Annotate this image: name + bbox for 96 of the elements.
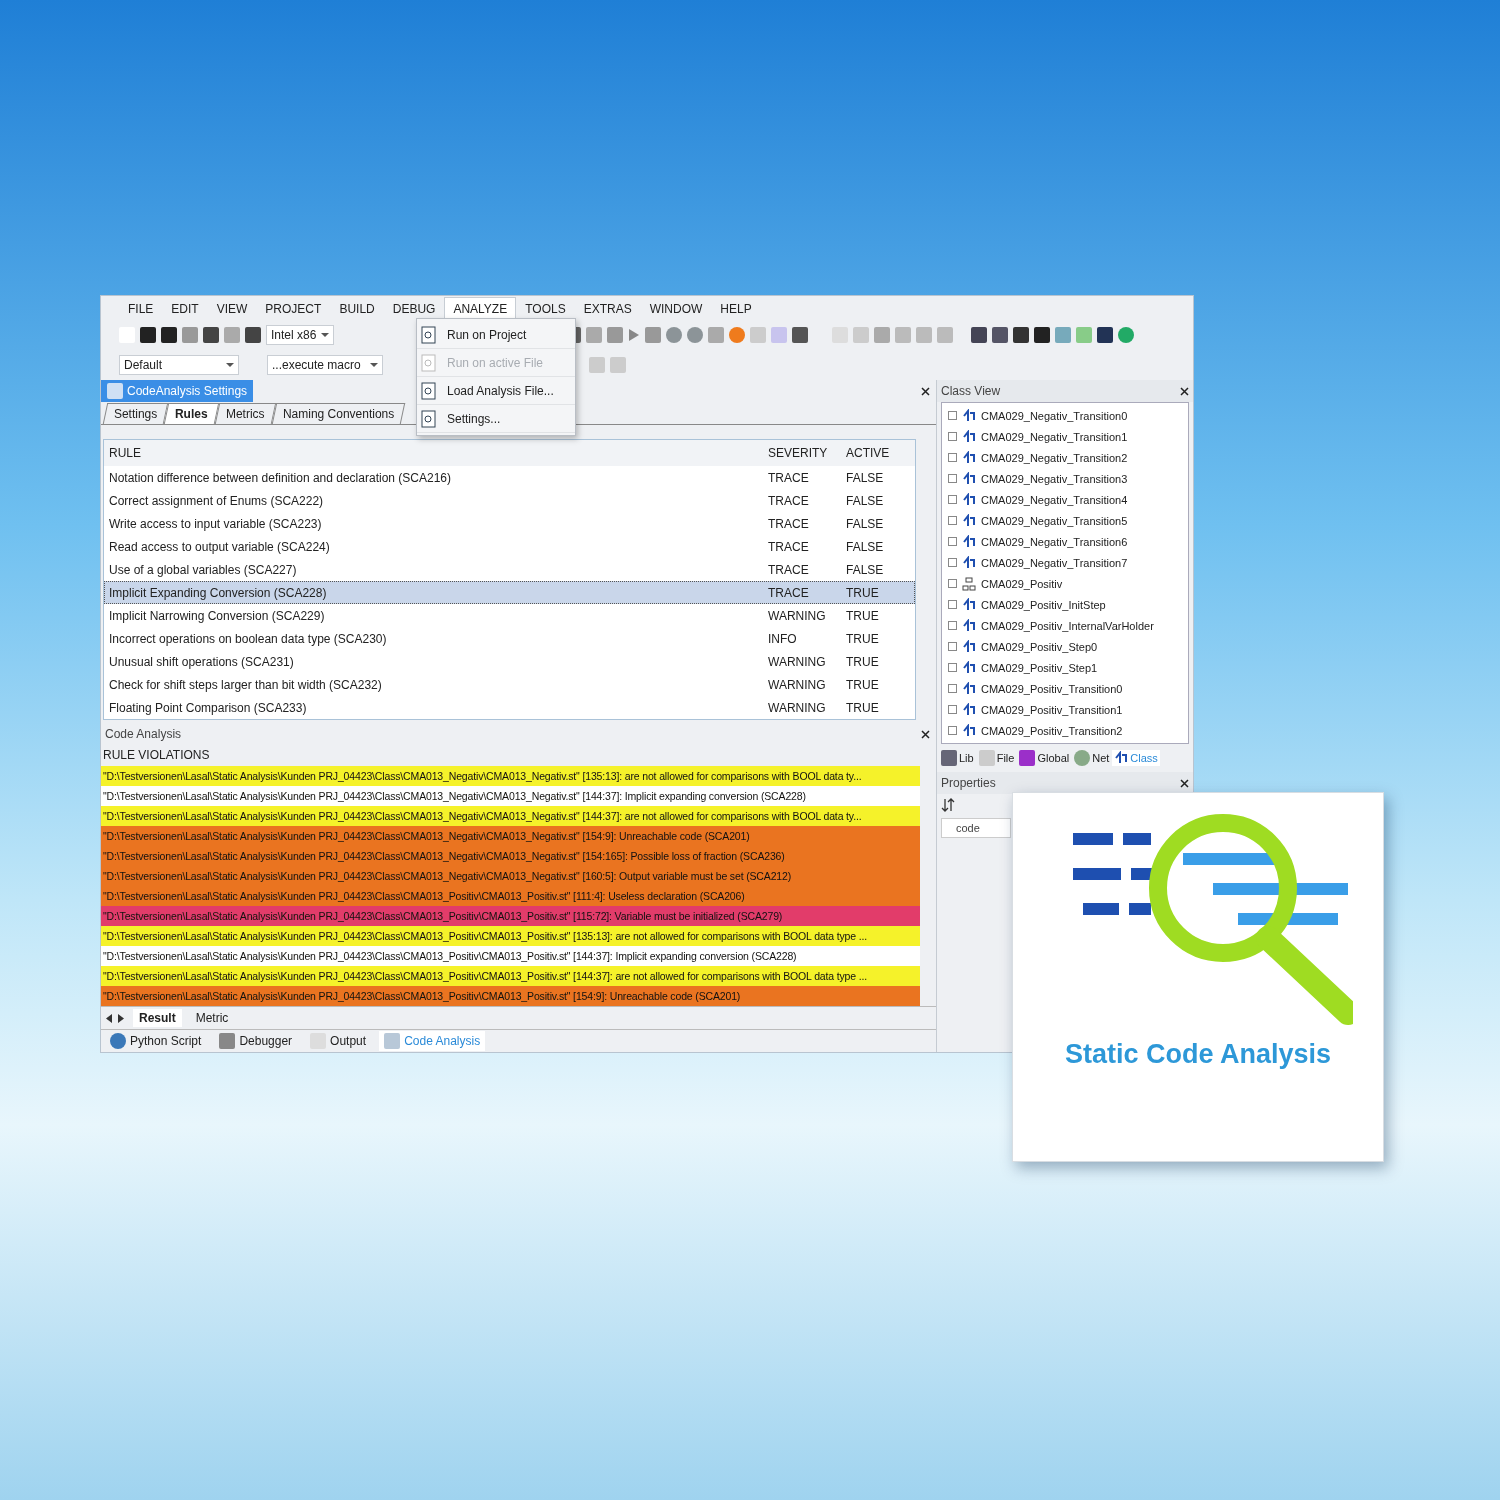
panel-title: Properties: [941, 776, 996, 790]
tree-label: CMA029_Negativ_Transition1: [981, 430, 1128, 443]
violation-row[interactable]: "D:\Testversionen\Lasal\Static Analysis\Kunden PRJ_04423\Class\CMA013_Negativ\CMA013_Negativ.st" [144:37]: are not allowed for comparisons with BOOL data ty...: [101, 806, 920, 826]
tree-item[interactable]: CMA029_Positiv: [942, 573, 1188, 594]
violation-row[interactable]: "D:\Testversionen\Lasal\Static Analysis\Kunden PRJ_04423\Class\CMA013_Positiv\CMA013_Positiv.st" [154:9]: Unreachable code (SCA201): [101, 986, 920, 1006]
tree-label: CMA029_Positiv_InternalVarHolder: [981, 619, 1154, 632]
rule-row[interactable]: Implicit Narrowing Conversion (SCA229) WARNING TRUE: [104, 604, 915, 627]
tree-item[interactable]: CMA029_Positiv_Step0: [942, 636, 1188, 657]
view-tab[interactable]: Net: [1072, 749, 1112, 767]
violations-heading: RULE VIOLATIONS: [102, 747, 211, 764]
violation-row[interactable]: "D:\Testversionen\Lasal\Static Analysis\Kunden PRJ_04423\Class\CMA013_Negativ\CMA013_Negativ.st" [135:13]: are not allowed for comparisons with BOOL data ty...: [101, 766, 920, 786]
badge-title: Static Code Analysis: [1064, 1039, 1332, 1070]
tree-item[interactable]: CMA029_Negativ_Transition3: [942, 468, 1188, 489]
violation-row[interactable]: "D:\Testversionen\Lasal\Static Analysis\Kunden PRJ_04423\Class\CMA013_Positiv\CMA013_Positiv.st" [111:4]: Useless declaration (SCA206): [101, 886, 920, 906]
tree-item[interactable]: CMA029_Negativ_Transition6: [942, 531, 1188, 552]
violation-row[interactable]: "D:\Testversionen\Lasal\Static Analysis\Kunden PRJ_04423\Class\CMA013_Positiv\CMA013_Positiv.st" [115:72]: Variable must be initialized (SCA279): [101, 906, 920, 926]
tree-item[interactable]: CMA029_Positiv_Transition1: [942, 699, 1188, 720]
column-header: SEVERITY: [767, 446, 829, 460]
tree-label: CMA029_Negativ_Transition0: [981, 409, 1128, 422]
tree-label: CMA029_Positiv_InitStep: [981, 598, 1106, 611]
violation-row[interactable]: "D:\Testversionen\Lasal\Static Analysis\Kunden PRJ_04423\Class\CMA013_Negativ\CMA013_Negativ.st" [154:165]: Possible loss of fraction (SCA236): [101, 846, 920, 866]
tree-item[interactable]: CMA029_Positiv_Transition2: [942, 720, 1188, 741]
result-tab[interactable]: Result: [133, 1009, 182, 1027]
violation-row[interactable]: "D:\Testversionen\Lasal\Static Analysis\Kunden PRJ_04423\Class\CMA013_Negativ\CMA013_Negativ.st" [144:37]: Implicit expanding conversion (SCA228): [101, 786, 920, 806]
menu-item[interactable]: VIEW: [207, 296, 257, 320]
tree-label: CMA029_Positiv_Transition2: [981, 724, 1123, 737]
settings-tab[interactable]: Metrics: [214, 403, 276, 424]
rule-row[interactable]: Notation difference between definition and declaration (SCA216) TRACE FALSE: [104, 466, 915, 489]
settings-tab[interactable]: Settings: [102, 403, 169, 424]
macro-dropdown[interactable]: ...execute macro: [267, 355, 383, 375]
menu-item[interactable]: PROJECT: [256, 296, 331, 320]
tree-label: CMA029_Negativ_Transition4: [981, 493, 1128, 506]
view-tab[interactable]: File: [976, 749, 1017, 767]
rule-row[interactable]: Implicit Expanding Conversion (SCA228) TRACE TRUE: [104, 581, 915, 604]
tree-item[interactable]: CMA029_Negativ_Transition1: [942, 426, 1188, 447]
tree-label: CMA029_Negativ_Transition3: [981, 472, 1128, 485]
tree-item[interactable]: CMA029_Negativ_Transition2: [942, 447, 1188, 468]
tree-label: CMA029_Negativ_Transition7: [981, 556, 1128, 569]
menu-item[interactable]: BUILD: [330, 296, 384, 320]
menu-item[interactable]: WINDOW: [640, 296, 712, 320]
rule-row[interactable]: Write access to input variable (SCA223) TRACE FALSE: [104, 512, 915, 535]
menu-entry[interactable]: Settings...: [417, 405, 575, 433]
configuration-dropdown[interactable]: Default: [119, 355, 239, 375]
rule-row[interactable]: Unusual shift operations (SCA231) WARNING TRUE: [104, 650, 915, 673]
tree-label: CMA029_Positiv_Transition1: [981, 703, 1123, 716]
view-tab[interactable]: Lib: [939, 749, 976, 767]
output-tab[interactable]: Code Analysis: [379, 1031, 486, 1051]
panel-title: Class View: [941, 384, 1001, 398]
violation-row[interactable]: "D:\Testversionen\Lasal\Static Analysis\Kunden PRJ_04423\Class\CMA013_Positiv\CMA013_Positiv.st" [135:13]: are not allowed for comparisons with BOOL data type ...: [101, 926, 920, 946]
tree-item[interactable]: CMA029_Negativ_Transition5: [942, 510, 1188, 531]
tree-label: CMA029_Negativ_Transition6: [981, 535, 1128, 548]
rule-row[interactable]: Correct assignment of Enums (SCA222) TRACE FALSE: [104, 489, 915, 512]
property-field[interactable]: code: [941, 818, 1011, 838]
menu-item[interactable]: TOOLS: [516, 296, 575, 320]
menu-entry[interactable]: Run on Project: [417, 321, 575, 349]
rule-row[interactable]: Read access to output variable (SCA224) TRACE FALSE: [104, 535, 915, 558]
tree-label: CMA029_Positiv_Transition0: [981, 682, 1123, 695]
tree-item[interactable]: CMA029_Negativ_Transition4: [942, 489, 1188, 510]
tree-item[interactable]: CMA029_Positiv_Transition0: [942, 678, 1188, 699]
menu-item[interactable]: FILE: [119, 296, 163, 320]
settings-tab[interactable]: Rules: [164, 403, 220, 424]
rule-row[interactable]: Check for shift steps larger than bit width (SCA232) WARNING TRUE: [104, 673, 915, 696]
output-tab[interactable]: Output: [305, 1031, 372, 1051]
settings-tab[interactable]: Naming Conventions: [271, 403, 406, 424]
tree-item[interactable]: CMA029_Negativ_Transition0: [942, 405, 1188, 426]
output-tab[interactable]: Python Script: [105, 1031, 207, 1051]
menu-item[interactable]: EXTRAS: [574, 296, 641, 320]
rule-row[interactable]: Incorrect operations on boolean data type (SCA230) INFO TRUE: [104, 627, 915, 650]
menu-item[interactable]: HELP: [711, 296, 761, 320]
platform-dropdown[interactable]: Intel x86: [266, 325, 334, 345]
output-tab[interactable]: Debugger: [214, 1031, 298, 1051]
menu-item[interactable]: DEBUG: [383, 296, 445, 320]
rule-row[interactable]: Use of a global variables (SCA227) TRACE FALSE: [104, 558, 915, 581]
violation-row[interactable]: "D:\Testversionen\Lasal\Static Analysis\Kunden PRJ_04423\Class\CMA013_Negativ\CMA013_Negativ.st" [154:9]: Unreachable code (SCA201): [101, 826, 920, 846]
tree-item[interactable]: CMA029_Positiv_Step1: [942, 657, 1188, 678]
tree-item[interactable]: CMA029_Positiv_InternalVarHolder: [942, 615, 1188, 636]
tree-label: CMA029_Positiv: [981, 577, 1063, 590]
menu-item[interactable]: EDIT: [162, 296, 208, 320]
view-tab[interactable]: Global: [1017, 749, 1072, 767]
menu-item[interactable]: ANALYZE: [444, 296, 517, 320]
tree-item[interactable]: CMA029_Negativ_Transition7: [942, 552, 1188, 573]
tree-item[interactable]: CMA029_Positiv_InitStep: [942, 594, 1188, 615]
tree-label: CMA029_Negativ_Transition5: [981, 514, 1128, 527]
menu-entry[interactable]: Load Analysis File...: [417, 377, 575, 405]
view-tab[interactable]: Class: [1112, 750, 1160, 766]
tree-label: CMA029_Positiv_Step1: [981, 661, 1098, 674]
column-header: RULE: [108, 446, 142, 460]
tree-label: CMA029_Negativ_Transition2: [981, 451, 1128, 464]
violation-row[interactable]: "D:\Testversionen\Lasal\Static Analysis\Kunden PRJ_04423\Class\CMA013_Negativ\CMA013_Negativ.st" [160:5]: Output variable must be set (SCA212): [101, 866, 920, 886]
panel-title: Code Analysis: [105, 727, 182, 741]
rule-row[interactable]: Floating Point Comparison (SCA233) WARNING TRUE: [104, 696, 915, 719]
tree-label: CMA029_Positiv_Step0: [981, 640, 1098, 653]
column-header: ACTIVE: [845, 446, 891, 460]
result-tab[interactable]: Metric: [189, 1009, 235, 1027]
violation-row[interactable]: "D:\Testversionen\Lasal\Static Analysis\Kunden PRJ_04423\Class\CMA013_Positiv\CMA013_Positiv.st" [144:37]: Implicit expanding conversion (SCA228): [101, 946, 920, 966]
violation-row[interactable]: "D:\Testversionen\Lasal\Static Analysis\Kunden PRJ_04423\Class\CMA013_Positiv\CMA013_Positiv.st" [144:37]: are not allowed for comparisons with BOOL data type ...: [101, 966, 920, 986]
